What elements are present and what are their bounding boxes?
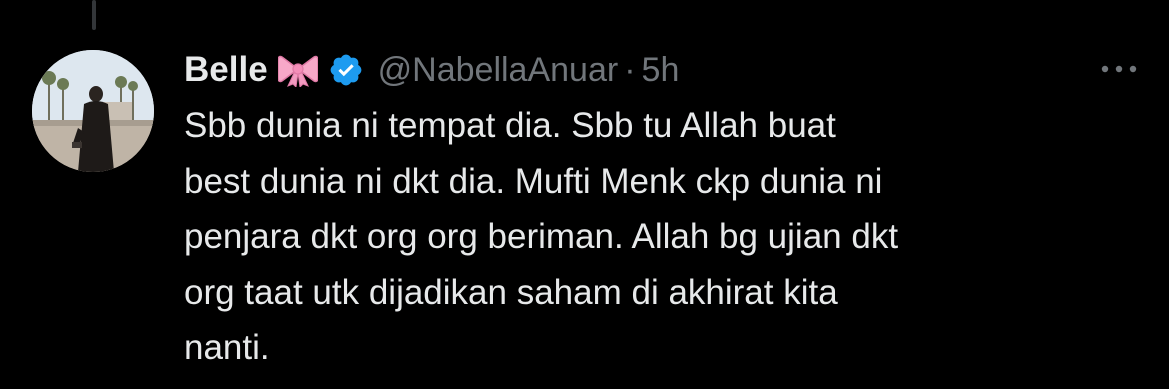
author-display-name[interactable]: Belle — [184, 50, 268, 90]
tweet-timestamp[interactable]: 5h — [642, 51, 680, 90]
more-options-icon — [1099, 61, 1139, 79]
avatar[interactable] — [32, 50, 154, 172]
author-handle[interactable]: @NabellaAnuar — [378, 51, 619, 90]
tweet-body-text: Sbb dunia ni tempat dia. Sbb tu Allah bu… — [184, 106, 899, 367]
avatar-image — [32, 50, 154, 172]
verified-badge-icon[interactable] — [328, 52, 364, 88]
thread-connector-line — [92, 0, 96, 30]
ribbon-bow-icon — [277, 53, 318, 87]
more-options-button[interactable] — [1097, 52, 1141, 88]
tweet-header: Belle @NabellaAnuar · 5h — [184, 46, 679, 94]
header-separator: · — [624, 50, 636, 89]
